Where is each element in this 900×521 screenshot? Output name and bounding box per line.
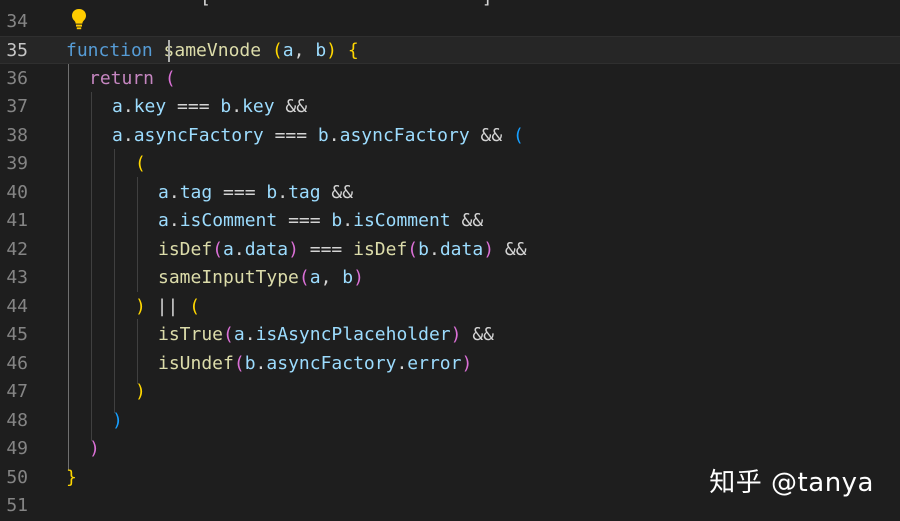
line-number: 37: [6, 96, 28, 117]
line-number: 49: [6, 438, 28, 459]
line-number: 50: [6, 467, 28, 488]
code-line[interactable]: 40 a.tag === b.tag &&: [0, 179, 900, 207]
code-line[interactable]: 36 return (: [0, 65, 900, 93]
line-number: 40: [6, 182, 28, 203]
code-text: isUndef(b.asyncFactory.error): [158, 353, 473, 374]
line-number: 42: [6, 239, 28, 260]
code-line[interactable]: 42 isDef(a.data) === isDef(b.data) &&: [0, 236, 900, 264]
code-line-current[interactable]: 35 function sameVnode (a, b) {: [0, 36, 900, 65]
code-text: return (: [89, 68, 176, 89]
code-line[interactable]: 34: [0, 8, 900, 36]
line-number: 35: [6, 40, 28, 61]
code-text: sameInputType(a, b): [158, 267, 364, 288]
line-number: 34: [6, 11, 28, 32]
line-number: 44: [6, 296, 28, 317]
code-text: a.key === b.key &&: [112, 96, 308, 117]
line-number: 41: [6, 210, 28, 231]
code-text: function sameVnode (a, b) {: [66, 40, 359, 61]
code-text: ): [89, 438, 100, 459]
code-text: ): [112, 410, 123, 431]
code-text: a.tag === b.tag &&: [158, 182, 354, 203]
line-number: 39: [6, 153, 28, 174]
watermark: 知乎 @tanya: [709, 468, 874, 498]
code-text: ) || (: [135, 296, 201, 317]
code-line[interactable]: 45 isTrue(a.isAsyncPlaceholder) &&: [0, 321, 900, 349]
code-line[interactable]: 43 sameInputType(a, b): [0, 264, 900, 292]
line-number: 46: [6, 353, 28, 374]
text-cursor: [168, 40, 170, 62]
code-text: a.asyncFactory === b.asyncFactory && (: [112, 125, 524, 146]
code-line[interactable]: 48 ): [0, 407, 900, 435]
code-line[interactable]: 47 ): [0, 378, 900, 406]
line-number: 45: [6, 324, 28, 345]
code-text: ): [135, 381, 146, 402]
line-number: 38: [6, 125, 28, 146]
code-line[interactable]: 46 isUndef(b.asyncFactory.error): [0, 350, 900, 378]
code-text: isTrue(a.isAsyncPlaceholder) &&: [158, 324, 494, 345]
line-number: 48: [6, 410, 28, 431]
line-number: 47: [6, 381, 28, 402]
line-number: 51: [6, 495, 28, 516]
code-text: isDef(a.data) === isDef(b.data) &&: [158, 239, 527, 260]
code-text: (: [135, 153, 146, 174]
code-line[interactable]: 39 (: [0, 150, 900, 178]
code-line[interactable]: 49 ): [0, 435, 900, 463]
code-line[interactable]: 41 a.isComment === b.isComment &&: [0, 207, 900, 235]
code-text: }: [66, 467, 77, 488]
code-line[interactable]: 37 a.key === b.key &&: [0, 93, 900, 121]
line-number: 43: [6, 267, 28, 288]
code-editor[interactable]: [ ] 34 35 function sameVnode (a, b) { 36…: [0, 0, 900, 521]
line-number: 36: [6, 68, 28, 89]
code-text: a.isComment === b.isComment &&: [158, 210, 484, 231]
code-line[interactable]: 38 a.asyncFactory === b.asyncFactory && …: [0, 122, 900, 150]
code-line[interactable]: 44 ) || (: [0, 293, 900, 321]
